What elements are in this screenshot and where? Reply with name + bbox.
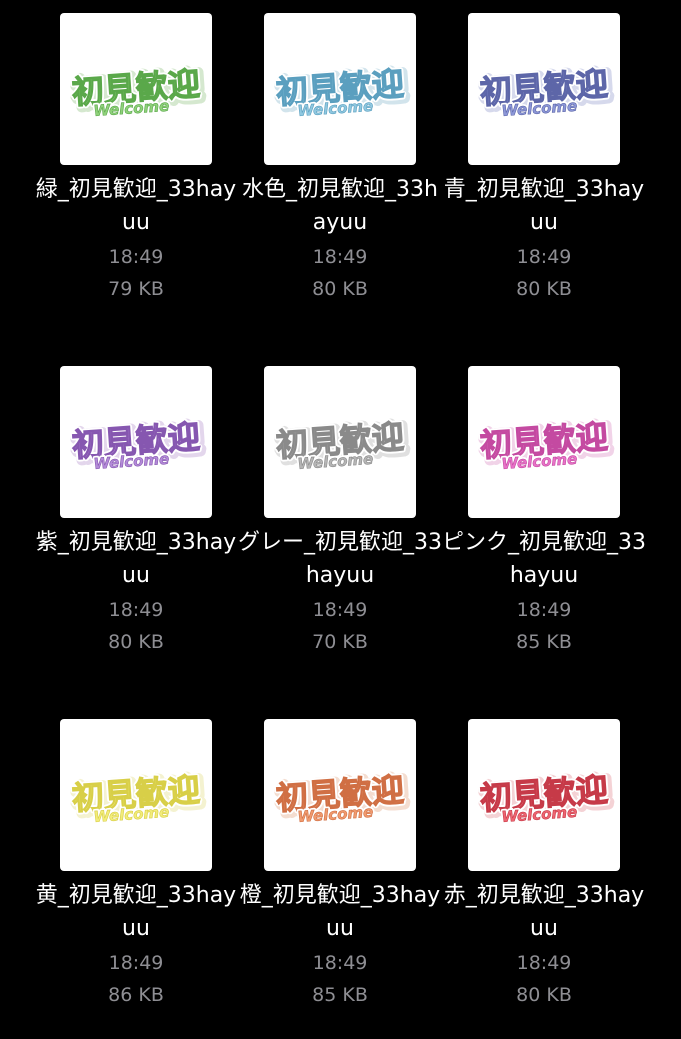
- file-size: 86 KB: [108, 984, 164, 1006]
- file-name: 水色_初見歓迎_33hayuu: [242, 177, 438, 235]
- file-size: 80 KB: [516, 984, 572, 1006]
- file-size: 80 KB: [312, 278, 368, 300]
- welcome-logo-image: 初見歓迎初見歓迎初見歓迎WelcomeWelcome: [272, 768, 411, 828]
- file-size: 80 KB: [108, 631, 164, 653]
- file-time: 18:49: [108, 599, 164, 621]
- file-time: 18:49: [312, 952, 368, 974]
- file-thumbnail[interactable]: 初見歓迎 初見歓迎 初見歓迎 Welcome Welcome: [264, 13, 416, 165]
- welcome-logo-image: 初見歓迎初見歓迎初見歓迎WelcomeWelcome: [68, 62, 207, 122]
- file-size: 79 KB: [108, 278, 164, 300]
- file-size: 85 KB: [516, 631, 572, 653]
- file-size: 85 KB: [312, 984, 368, 1006]
- file-name: ピンク_初見歓迎_33hayuu: [442, 530, 646, 588]
- file-item-pink[interactable]: 初見歓迎 初見歓迎 初見歓迎 Welcome Welcome ピンク_初見歓迎_33ha…: [442, 366, 646, 686]
- welcome-logo-image: 初見歓迎初見歓迎初見歓迎WelcomeWelcome: [272, 62, 411, 122]
- file-item-orange[interactable]: 初見歓迎 初見歓迎 初見歓迎 Welcome Welcome 橙_初見歓迎_33hayu…: [238, 719, 442, 1039]
- welcome-logo-image: 初見歓迎初見歓迎初見歓迎WelcomeWelcome: [476, 62, 615, 122]
- file-thumbnail[interactable]: 初見歓迎 初見歓迎 初見歓迎 Welcome Welcome: [468, 719, 620, 871]
- file-item-yellow[interactable]: 初見歓迎 初見歓迎 初見歓迎 Welcome Welcome 黄_初見歓迎_33hayu…: [34, 719, 238, 1039]
- welcome-logo-image: 初見歓迎初見歓迎初見歓迎WelcomeWelcome: [476, 768, 615, 828]
- file-time: 18:49: [108, 952, 164, 974]
- file-thumbnail[interactable]: 初見歓迎 初見歓迎 初見歓迎 Welcome Welcome: [468, 13, 620, 165]
- file-thumbnail[interactable]: 初見歓迎 初見歓迎 初見歓迎 Welcome Welcome: [468, 366, 620, 518]
- file-item-red[interactable]: 初見歓迎 初見歓迎 初見歓迎 Welcome Welcome 赤_初見歓迎_33hayu…: [442, 719, 646, 1039]
- file-item-green[interactable]: 初見歓迎 初見歓迎 初見歓迎 Welcome Welcome 緑_初見歓迎_33hayu…: [34, 13, 238, 333]
- file-time: 18:49: [312, 246, 368, 268]
- file-name: 橙_初見歓迎_33hayuu: [239, 883, 441, 941]
- file-name: グレー_初見歓迎_33hayuu: [238, 530, 442, 588]
- file-time: 18:49: [312, 599, 368, 621]
- file-name: 赤_初見歓迎_33hayuu: [443, 883, 645, 941]
- file-name: 紫_初見歓迎_33hayuu: [35, 530, 237, 588]
- file-time: 18:49: [516, 952, 572, 974]
- file-time: 18:49: [108, 246, 164, 268]
- file-item-purple[interactable]: 初見歓迎 初見歓迎 初見歓迎 Welcome Welcome 紫_初見歓迎_33hayu…: [34, 366, 238, 686]
- file-item-blue[interactable]: 初見歓迎 初見歓迎 初見歓迎 Welcome Welcome 青_初見歓迎_33hayu…: [442, 13, 646, 333]
- file-time: 18:49: [516, 246, 572, 268]
- file-item-gray[interactable]: 初見歓迎 初見歓迎 初見歓迎 Welcome Welcome グレー_初見歓迎_33ha…: [238, 366, 442, 686]
- file-name: 緑_初見歓迎_33hayuu: [35, 177, 237, 235]
- file-size: 70 KB: [312, 631, 368, 653]
- welcome-logo-image: 初見歓迎初見歓迎初見歓迎WelcomeWelcome: [68, 768, 207, 828]
- file-name: 青_初見歓迎_33hayuu: [443, 177, 645, 235]
- welcome-logo-image: 初見歓迎初見歓迎初見歓迎WelcomeWelcome: [272, 415, 411, 475]
- welcome-logo-image: 初見歓迎初見歓迎初見歓迎WelcomeWelcome: [68, 415, 207, 475]
- file-time: 18:49: [516, 599, 572, 621]
- file-size: 80 KB: [516, 278, 572, 300]
- file-thumbnail[interactable]: 初見歓迎 初見歓迎 初見歓迎 Welcome Welcome: [60, 719, 212, 871]
- file-thumbnail[interactable]: 初見歓迎 初見歓迎 初見歓迎 Welcome Welcome: [264, 719, 416, 871]
- file-grid: 初見歓迎 初見歓迎 初見歓迎 Welcome Welcome 緑_初見歓迎_33hayu…: [0, 0, 681, 1024]
- file-thumbnail[interactable]: 初見歓迎 初見歓迎 初見歓迎 Welcome Welcome: [264, 366, 416, 518]
- file-thumbnail[interactable]: 初見歓迎 初見歓迎 初見歓迎 Welcome Welcome: [60, 13, 212, 165]
- file-thumbnail[interactable]: 初見歓迎 初見歓迎 初見歓迎 Welcome Welcome: [60, 366, 212, 518]
- welcome-logo-image: 初見歓迎初見歓迎初見歓迎WelcomeWelcome: [476, 415, 615, 475]
- file-item-light-blue[interactable]: 初見歓迎 初見歓迎 初見歓迎 Welcome Welcome 水色_初見歓迎_33hay…: [238, 13, 442, 333]
- file-name: 黄_初見歓迎_33hayuu: [35, 883, 237, 941]
